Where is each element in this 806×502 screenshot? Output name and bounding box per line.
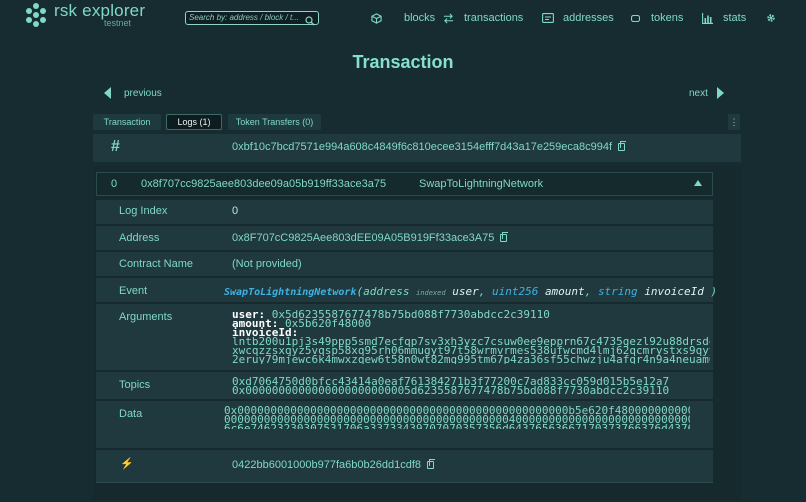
tab-bar: Transaction Logs (1) Token Transfers (0) [93,114,741,130]
event-sig-close: ) [710,285,718,298]
address-value[interactable]: 0x8F707cC9825Aee803dEE09A05B919Ff33ace3A… [232,232,494,244]
address-card-icon [542,13,554,23]
collapse-caret-icon[interactable] [694,180,702,186]
search-icon[interactable] [305,13,315,31]
rsk-logo-icon[interactable] [24,2,48,33]
next-label: next [689,87,708,99]
data-value[interactable]: 0x00000000000000000000000000000000000000… [224,406,690,429]
address-label: Address [119,232,160,244]
tab-token-transfers[interactable]: Token Transfers (0) [228,114,321,130]
tx-hash-text[interactable]: 0xbf10c7bcd7571e994a608c4849f6c810ecee31… [232,141,612,153]
row-data: Data 0x000000000000000000000000000000000… [96,401,713,448]
arguments-label: Arguments [119,311,173,323]
network-label: testnet [104,18,132,28]
token-icon [631,14,640,22]
copy-icon[interactable] [427,459,436,470]
row-contract-name: Contract Name (Not provided) [96,252,713,276]
nav-blocks[interactable]: blocks [371,11,435,25]
event-label: Event [119,285,148,297]
data-line: 6c6e74623230307531706a337334397070703573… [224,422,690,429]
cube-icon [371,12,382,24]
row-log-index: Log Index 0 [96,200,713,224]
indexed-tag: indexed [416,289,446,297]
nav-tokens-label: tokens [651,12,684,24]
nav-stats-label: stats [723,12,747,24]
param-name: invoiceId [644,285,704,298]
top-bar: rsk explorer testnet Search by: address … [0,0,806,36]
address-value-wrap: 0x8F707cC9825Aee803dEE09A05B919Ff33ace3A… [232,232,509,244]
tx-hash-bar: # 0xbf10c7bcd7571e994a608c4849f6c810ecee… [93,134,741,162]
param-name: user [452,285,479,298]
nav-addresses[interactable]: addresses [542,11,614,25]
row-tx-hash: ⚡ 0422bb6001000b977fa6b0b26dd1cdf8 [96,450,713,483]
lightning-icon: ⚡ [120,458,134,470]
next-link[interactable]: next [689,87,724,99]
contract-name-value: (Not provided) [232,258,302,270]
nav-stats[interactable]: stats [702,11,746,25]
search-placeholder: Search by: address / block / t... [189,13,299,22]
bar-chart-icon [702,12,713,24]
more-options-icon[interactable]: ⋮ [728,114,740,130]
copy-icon[interactable] [500,232,509,243]
settings-gear-icon[interactable] [766,11,776,25]
nav-blocks-label: blocks [404,12,436,24]
row-address: Address 0x8F707cC9825Aee803dEE09A05B919F… [96,226,713,250]
previous-label: previous [124,87,162,99]
tx-hash-value: 0xbf10c7bcd7571e994a608c4849f6c810ecee31… [232,141,627,153]
nav-tokens[interactable]: tokens [631,11,683,25]
param-type: uint256 [491,285,539,298]
event-signature: SwapToLightningNetwork(address indexed u… [224,285,718,298]
log-index: 0 [111,178,118,190]
arg-value: 2eruy79mjewc6k4mwxzqew6t58n0wt82mg995tm6… [232,353,710,364]
param-type: string [597,285,638,298]
row-event: Event SwapToLightningNetwork(address ind… [96,278,717,302]
row-topics: Topics 0xd7064750d0bfcc43414a0eaf7613842… [96,372,713,399]
contract-name-label: Contract Name [119,258,193,270]
chevron-right-icon [716,87,724,99]
tab-transaction[interactable]: Transaction [93,114,161,130]
tx-hash-short[interactable]: 0422bb6001000b977fa6b0b26dd1cdf8 [232,459,421,471]
data-label: Data [119,408,143,420]
nav-addresses-label: addresses [563,12,614,24]
page-title: Transaction [352,52,454,72]
log-header[interactable]: 0 0x8f707cc9825aee803dee09a05b919ff33ace… [96,172,713,196]
copy-icon[interactable] [618,141,627,152]
chevron-left-icon [104,87,111,99]
search-input[interactable]: Search by: address / block / t... [185,11,319,26]
app-title[interactable]: rsk explorer [54,1,145,21]
topic-item: 0x0000000000000000000000005d623558767747… [232,384,670,397]
log-index-value: 0 [232,205,239,217]
topics-label: Topics [119,379,151,391]
tab-logs[interactable]: Logs (1) [166,114,222,130]
hash-symbol: # [111,138,120,155]
nav-transactions[interactable]: transactions [443,11,523,25]
tx-hash-wrap: 0422bb6001000b977fa6b0b26dd1cdf8 [232,459,436,471]
nav-transactions-label: transactions [464,12,524,24]
arrows-icon [443,13,454,23]
arguments-value: user: 0x5d6235587677478b75bd088f7730abdc… [232,310,710,364]
log-event-name: SwapToLightningNetwork [419,178,544,190]
event-sig-name: SwapToLightningNetwork [224,287,357,298]
row-arguments: Arguments user: 0x5d6235587677478b75bd08… [96,304,713,370]
topics-value: 0xd7064750d0bfcc43414a0eaf761384271b3f77… [232,376,670,397]
param-name: amount [544,285,585,298]
param-type: address [363,285,410,298]
log-address[interactable]: 0x8f707cc9825aee803dee09a05b919ff33ace3a… [141,178,386,190]
log-index-label: Log Index [119,205,168,217]
previous-link[interactable]: previous [104,87,162,99]
